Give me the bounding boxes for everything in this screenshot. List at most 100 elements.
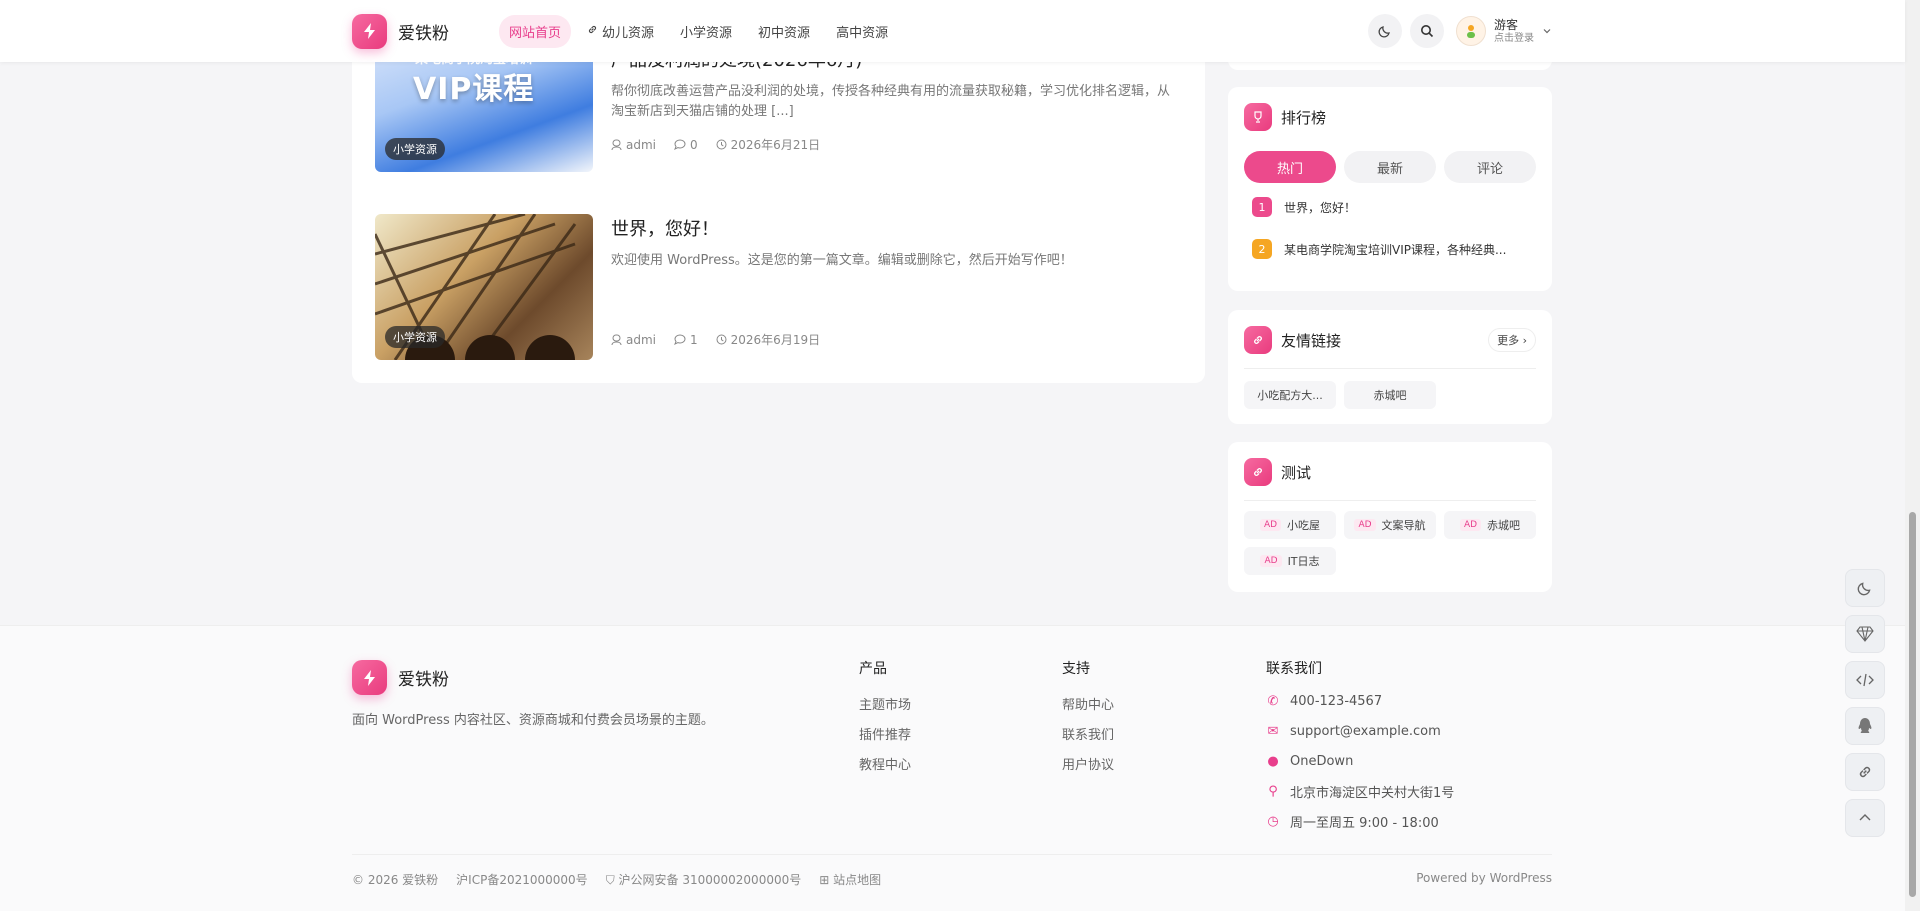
police-label: 沪公网安备 31000002000000号 [618,873,802,887]
icp-link[interactable]: 沪ICP备2021000000号 [456,871,588,888]
clock-icon [716,334,727,345]
wechat-id: OneDown [1290,753,1354,769]
nav-item-primary[interactable]: 小学资源 [670,15,742,48]
contact-email[interactable]: ✉ support@example.com [1266,716,1454,746]
more-button[interactable]: 更多 › [1488,328,1536,352]
logo-icon[interactable] [352,13,387,49]
ad-link-label: 赤城吧 [1487,519,1521,532]
avatar [1456,16,1486,46]
meta-date: 2026年6月19日 [716,331,820,348]
more-label: 更多 [1497,334,1520,347]
link-tool[interactable] [1845,753,1885,791]
search-icon [1421,25,1434,38]
footer-description: 面向 WordPress 内容社区、资源商城和付费会员场景的主题。 [352,713,714,728]
user-icon [611,139,622,150]
powered-by[interactable]: Powered by WordPress [1416,871,1552,888]
divider [1244,368,1536,369]
contact-hours: ◷ 周一至周五 9:00 - 18:00 [1266,806,1454,836]
footer-col-title: 支持 [1062,661,1090,677]
sitemap-link[interactable]: ⊞ 站点地图 [819,871,881,888]
dark-mode-tool[interactable] [1845,569,1885,607]
post-body: 世界，您好！ 欢迎使用 WordPress。这是您的第一篇文章。编辑或删除它，然… [611,214,1181,360]
dark-mode-button[interactable] [1368,14,1402,48]
header-actions: 游客 点击登录 [1368,14,1552,48]
widget-title: 友情链接 [1281,331,1342,350]
links-widget: 友情链接 更多 › 小吃配方大... 赤城吧 [1228,310,1552,424]
post-thumbnail[interactable]: 小学资源 [375,214,593,360]
clock-icon: ◷ [1267,813,1279,829]
post-date: 2026年6月21日 [730,138,821,152]
footer-bottom: © 2026 爱铁粉 沪ICP备2021000000号 ⛉ 沪公网安备 3100… [352,854,1552,888]
footer-link[interactable]: 教程中心 [859,754,911,784]
code-tool[interactable] [1845,661,1885,699]
meta-comments[interactable]: 1 [674,333,698,347]
trophy-icon [1244,103,1272,131]
header-inner: 爱铁粉 网站首页 幼儿资源 小学资源 初中资源 高中资源 游客 点击登录 [352,0,1552,62]
link-icon [587,24,598,39]
ad-badge: AD [1260,555,1282,567]
vip-tool[interactable] [1845,615,1885,653]
thumb-title-big: VIP课程 [413,72,535,107]
footer-link[interactable]: 插件推荐 [859,724,911,754]
list-item[interactable]: 1 世界，您好！ [1244,197,1536,217]
footer-link[interactable]: 联系我们 [1062,724,1114,754]
list-item[interactable]: 2 某电商学院淘宝培训VIP课程，各种经典... [1244,239,1536,259]
meta-comments[interactable]: 0 [674,138,698,152]
rank-title: 世界，您好！ [1284,200,1357,215]
tab-hot[interactable]: 热门 [1244,151,1336,183]
rank-number: 1 [1252,197,1272,217]
comment-count: 0 [690,137,698,152]
ranking-tabs: 热门 最新 评论 [1244,151,1536,183]
author-name: admi [626,137,656,152]
rank-title: 某电商学院淘宝培训VIP课程，各种经典... [1284,242,1507,257]
comment-count: 1 [690,332,698,347]
link-icon [1244,326,1272,354]
category-tag[interactable]: 小学资源 [385,326,445,348]
police-link[interactable]: ⛉ 沪公网安备 31000002000000号 [606,871,802,888]
code-icon [1856,673,1874,687]
shield-icon: ⛉ [605,873,615,887]
sitemap-label: 站点地图 [833,873,882,887]
copyright: © 2026 爱铁粉 [352,873,439,887]
footer-link[interactable]: 帮助中心 [1062,694,1114,724]
contact-wechat: ● OneDown [1266,746,1454,776]
ad-link[interactable]: AD 文案导航 [1344,511,1436,539]
site-header: 爱铁粉 网站首页 幼儿资源 小学资源 初中资源 高中资源 游客 点击登录 [0,0,1905,62]
footer-logo[interactable]: 爱铁粉 [352,660,449,695]
footer-link[interactable]: 主题市场 [859,694,911,724]
nav-item-senior[interactable]: 高中资源 [826,15,898,48]
address-text: 北京市海淀区中关村大街1号 [1290,785,1455,801]
ad-link[interactable]: AD 赤城吧 [1444,511,1536,539]
author-name: admi [626,332,656,347]
post-meta: admi 0 2026年6月21日 [611,136,1181,153]
ad-badge: AD [1259,519,1282,531]
post-title[interactable]: 世界，您好！ [611,216,1181,243]
scrollbar-thumb[interactable] [1909,512,1916,897]
meta-author[interactable]: admi [611,138,656,152]
post-excerpt: 欢迎使用 WordPress。这是您的第一篇文章。编辑或删除它，然后开始写作吧！ [611,253,1073,268]
ad-link[interactable]: AD IT日志 [1244,547,1336,575]
friend-link[interactable]: 小吃配方大... [1244,381,1336,409]
search-button[interactable] [1410,14,1444,48]
diamond-icon [1856,626,1874,642]
ad-link[interactable]: AD 小吃屋 [1244,511,1336,539]
back-to-top-button[interactable] [1845,799,1885,837]
widget-title: 排行榜 [1281,108,1327,127]
nav-item-kids[interactable]: 幼儿资源 [577,15,664,48]
friend-link[interactable]: 赤城吧 [1344,381,1436,409]
user-menu[interactable]: 游客 点击登录 [1456,16,1552,46]
footer-link[interactable]: 用户协议 [1062,754,1114,784]
post-date: 2026年6月19日 [730,333,821,347]
site-name[interactable]: 爱铁粉 [398,19,449,44]
meta-author[interactable]: admi [611,333,656,347]
nav-item-junior[interactable]: 初中资源 [748,15,820,48]
site-footer: 爱铁粉 面向 WordPress 内容社区、资源商城和付费会员场景的主题。 产品… [0,625,1905,911]
page-scrollbar[interactable] [1905,0,1920,911]
moon-icon [1857,582,1871,596]
category-tag[interactable]: 小学资源 [385,138,445,160]
tab-latest[interactable]: 最新 [1344,151,1436,183]
tab-comments[interactable]: 评论 [1444,151,1536,183]
nav-item-home[interactable]: 网站首页 [499,14,572,48]
phone-icon: ✆ [1267,693,1279,709]
qq-tool[interactable] [1845,707,1885,745]
